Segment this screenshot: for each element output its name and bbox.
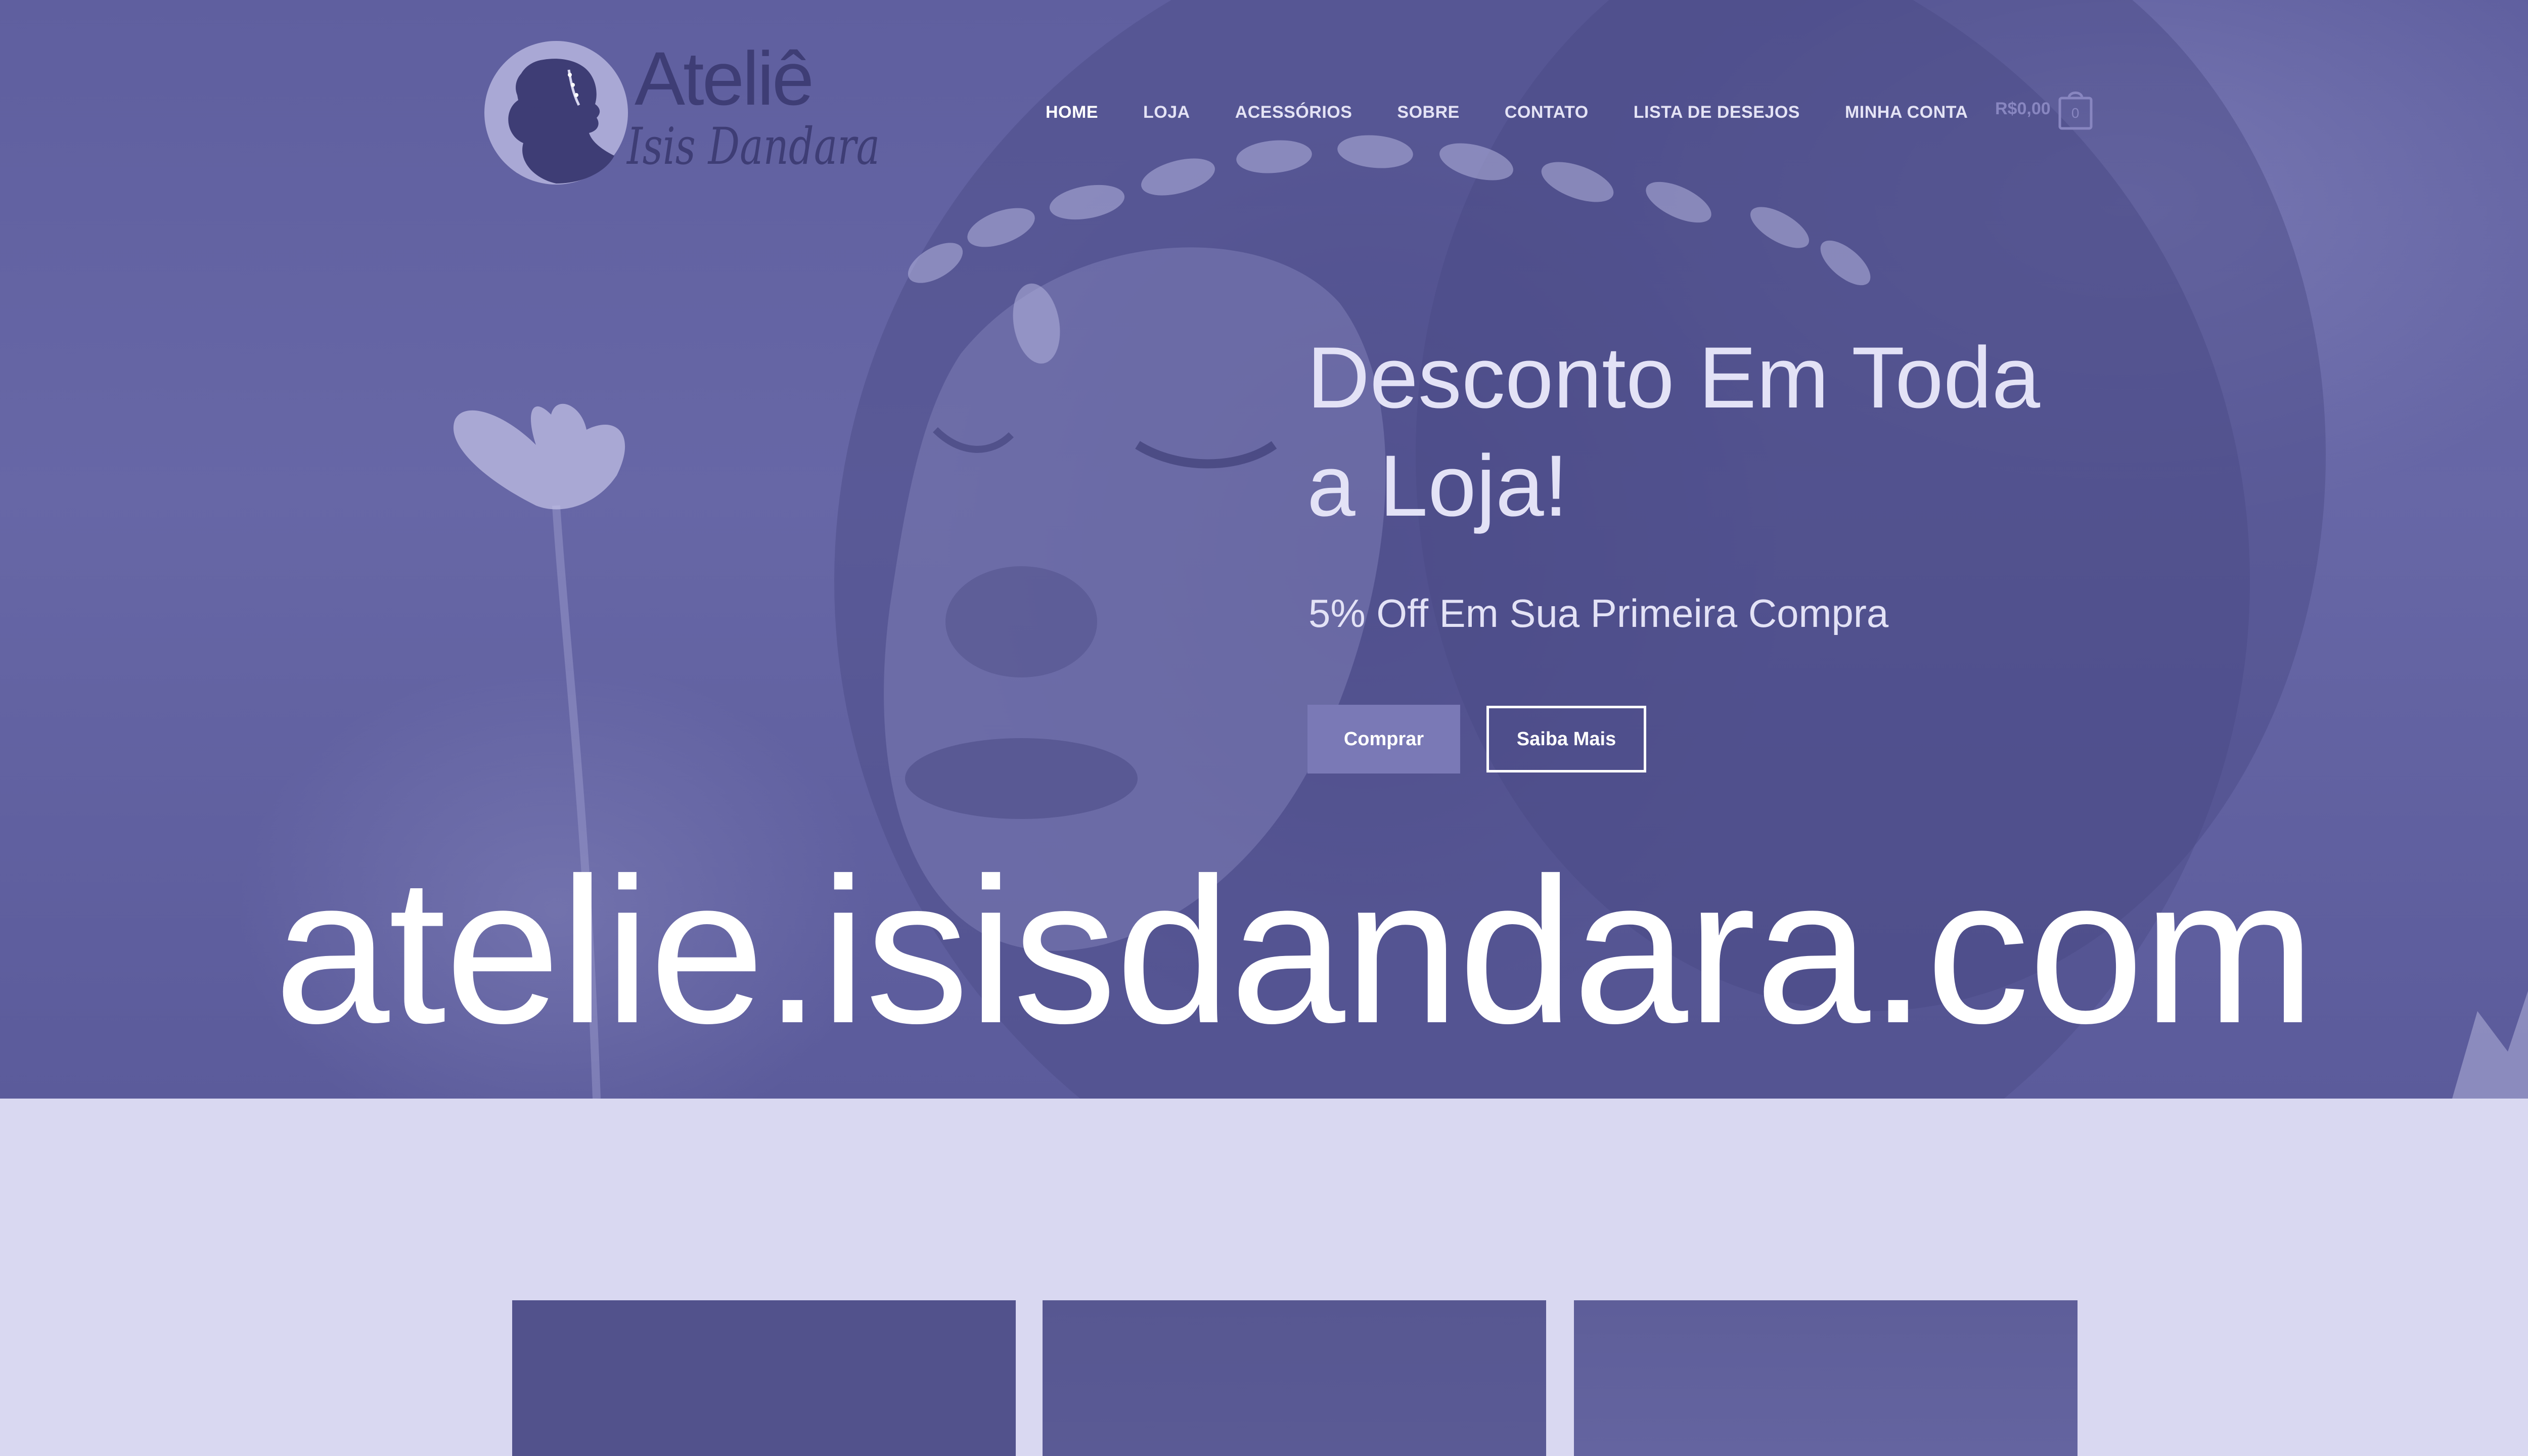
- hero-heading: Desconto Em Toda a Loja!: [1307, 324, 2166, 540]
- nav-item-sobre[interactable]: SOBRE: [1397, 100, 1459, 124]
- logo-subtitle: Isis Dandara: [627, 117, 880, 176]
- hero-heading-line-2: a Loja!: [1307, 437, 1568, 534]
- featured-card[interactable]: [1043, 1300, 1546, 1456]
- main-navigation: HOME LOJA ACESSÓRIOS SOBRE CONTATO LISTA…: [1046, 100, 2013, 124]
- cart-total: R$0,00: [1995, 99, 2051, 118]
- nav-item-contato[interactable]: CONTATO: [1505, 100, 1589, 124]
- page: Ateliê Isis Dandara HOME LOJA ACESSÓRIOS…: [0, 0, 2528, 1456]
- nav-item-home[interactable]: HOME: [1046, 100, 1098, 124]
- saiba-mais-button[interactable]: Saiba Mais: [1486, 706, 1646, 772]
- logo-title: Ateliê: [635, 36, 814, 121]
- shopping-bag-icon: 0: [2058, 87, 2093, 130]
- site-logo[interactable]: Ateliê Isis Dandara: [483, 35, 880, 187]
- hero-banner: Ateliê Isis Dandara HOME LOJA ACESSÓRIOS…: [0, 0, 2528, 1099]
- nav-item-acessorios[interactable]: ACESSÓRIOS: [1235, 100, 1352, 124]
- logo-portrait-icon: [484, 41, 628, 185]
- hero-heading-line-1: Desconto Em Toda: [1307, 329, 2041, 426]
- nav-item-lista-de-desejos[interactable]: LISTA DE DESEJOS: [1634, 100, 1800, 124]
- cart-link[interactable]: R$0,00 0: [1995, 86, 2093, 131]
- featured-card[interactable]: [512, 1300, 1016, 1456]
- nav-item-loja[interactable]: LOJA: [1143, 100, 1190, 124]
- nav-item-minha-conta[interactable]: MINHA CONTA: [1845, 100, 1968, 124]
- featured-card[interactable]: [1574, 1300, 2078, 1456]
- domain-watermark: atelie.isisdandara.com: [274, 835, 2315, 1066]
- hero-subheading: 5% Off Em Sua Primeira Compra: [1308, 591, 1889, 635]
- site-header: Ateliê Isis Dandara HOME LOJA ACESSÓRIOS…: [0, 0, 2528, 212]
- comprar-button[interactable]: Comprar: [1307, 705, 1460, 774]
- cart-count-badge: 0: [2071, 105, 2080, 121]
